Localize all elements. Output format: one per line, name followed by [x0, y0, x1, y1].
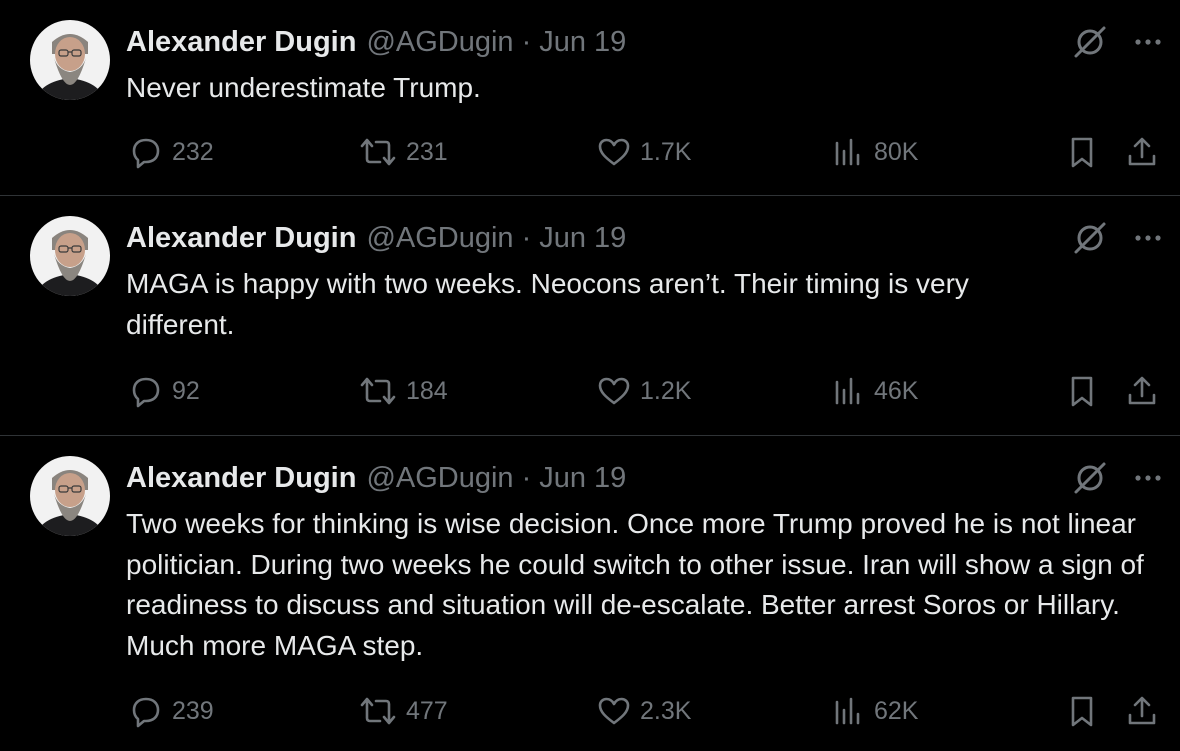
tweet[interactable]: Alexander Dugin @AGDugin · Jun 19 Two we… [0, 436, 1180, 751]
tweet-actions: 239 477 2.3K 62K [0, 691, 1180, 731]
tweet-header: Alexander Dugin @AGDugin · Jun 19 [126, 220, 626, 256]
tweet-text: Two weeks for thinking is wise decision.… [126, 508, 1144, 661]
retweet-button[interactable]: 184 [358, 371, 448, 411]
tweet[interactable]: Alexander Dugin @AGDugin · Jun 19 Never … [0, 0, 1180, 195]
avatar[interactable] [30, 456, 110, 536]
like-count: 1.2K [640, 376, 692, 405]
views-count: 46K [874, 376, 919, 405]
heart-icon [598, 697, 630, 725]
share-button[interactable] [1124, 132, 1160, 172]
author-name[interactable]: Alexander Dugin [126, 462, 356, 495]
tweet-text: MAGA is happy with two weeks. Neocons ar… [126, 268, 969, 340]
bookmark-button[interactable] [1064, 132, 1100, 172]
like-count: 2.3K [640, 696, 692, 725]
grok-icon[interactable] [1072, 460, 1108, 496]
views-count: 62K [874, 696, 919, 725]
share-icon [1128, 137, 1156, 166]
more-icon[interactable] [1130, 24, 1166, 60]
views-button[interactable]: 80K [830, 132, 918, 172]
share-button[interactable] [1124, 371, 1160, 411]
author-name[interactable]: Alexander Dugin [126, 222, 356, 255]
grok-icon[interactable] [1072, 220, 1108, 256]
reply-icon [132, 138, 160, 169]
like-button[interactable]: 1.2K [596, 371, 691, 411]
share-icon [1128, 376, 1156, 405]
views-button[interactable]: 46K [830, 371, 918, 411]
like-button[interactable]: 2.3K [596, 691, 691, 731]
bookmark-icon [1071, 376, 1093, 407]
like-button[interactable]: 1.7K [596, 132, 691, 172]
more-icon[interactable] [1130, 460, 1166, 496]
views-button[interactable]: 62K [830, 691, 918, 731]
separator-dot: · [521, 461, 532, 494]
views-icon [835, 377, 860, 405]
reply-button[interactable]: 92 [128, 371, 200, 411]
bookmark-button[interactable] [1064, 371, 1100, 411]
share-button[interactable] [1124, 691, 1160, 731]
views-icon [835, 138, 860, 166]
reply-icon [132, 697, 160, 728]
retweet-icon [360, 377, 396, 405]
tweet[interactable]: Alexander Dugin @AGDugin · Jun 19 MAGA i… [0, 196, 1180, 435]
retweet-icon [360, 697, 396, 725]
avatar[interactable] [30, 20, 110, 100]
tweet-text: Never underestimate Trump. [126, 72, 481, 103]
reply-count: 232 [172, 137, 214, 166]
reply-button[interactable]: 232 [128, 132, 214, 172]
author-handle[interactable]: @AGDugin [366, 462, 513, 495]
retweet-button[interactable]: 477 [358, 691, 448, 731]
retweet-count: 477 [406, 696, 448, 725]
tweet-header: Alexander Dugin @AGDugin · Jun 19 [126, 24, 626, 60]
views-count: 80K [874, 137, 919, 166]
bookmark-button[interactable] [1064, 691, 1100, 731]
heart-icon [598, 377, 630, 405]
tweet-actions: 232 231 1.7K 80K [0, 132, 1180, 172]
share-icon [1128, 696, 1156, 725]
reply-count: 239 [172, 696, 214, 725]
tweet-header: Alexander Dugin @AGDugin · Jun 19 [126, 460, 626, 496]
author-handle[interactable]: @AGDugin [366, 222, 513, 255]
retweet-count: 231 [406, 137, 448, 166]
separator-dot: · [521, 25, 532, 58]
tweet-date[interactable]: Jun 19 [539, 222, 626, 255]
like-count: 1.7K [640, 137, 692, 166]
bookmark-icon [1071, 137, 1093, 168]
reply-icon [132, 377, 160, 408]
avatar[interactable] [30, 216, 110, 296]
reply-count: 92 [172, 376, 200, 405]
author-name[interactable]: Alexander Dugin [126, 26, 356, 59]
bookmark-icon [1071, 696, 1093, 727]
retweet-button[interactable]: 231 [358, 132, 448, 172]
retweet-icon [360, 138, 396, 166]
grok-icon[interactable] [1072, 24, 1108, 60]
tweet-actions: 92 184 1.2K 46K [0, 371, 1180, 411]
views-icon [835, 697, 860, 725]
more-icon[interactable] [1130, 220, 1166, 256]
reply-button[interactable]: 239 [128, 691, 214, 731]
tweet-feed: Alexander Dugin @AGDugin · Jun 19 Never … [0, 0, 1180, 751]
author-handle[interactable]: @AGDugin [366, 26, 513, 59]
separator-dot: · [521, 221, 532, 254]
tweet-date[interactable]: Jun 19 [539, 26, 626, 59]
retweet-count: 184 [406, 376, 448, 405]
tweet-date[interactable]: Jun 19 [539, 462, 626, 495]
heart-icon [598, 138, 630, 166]
